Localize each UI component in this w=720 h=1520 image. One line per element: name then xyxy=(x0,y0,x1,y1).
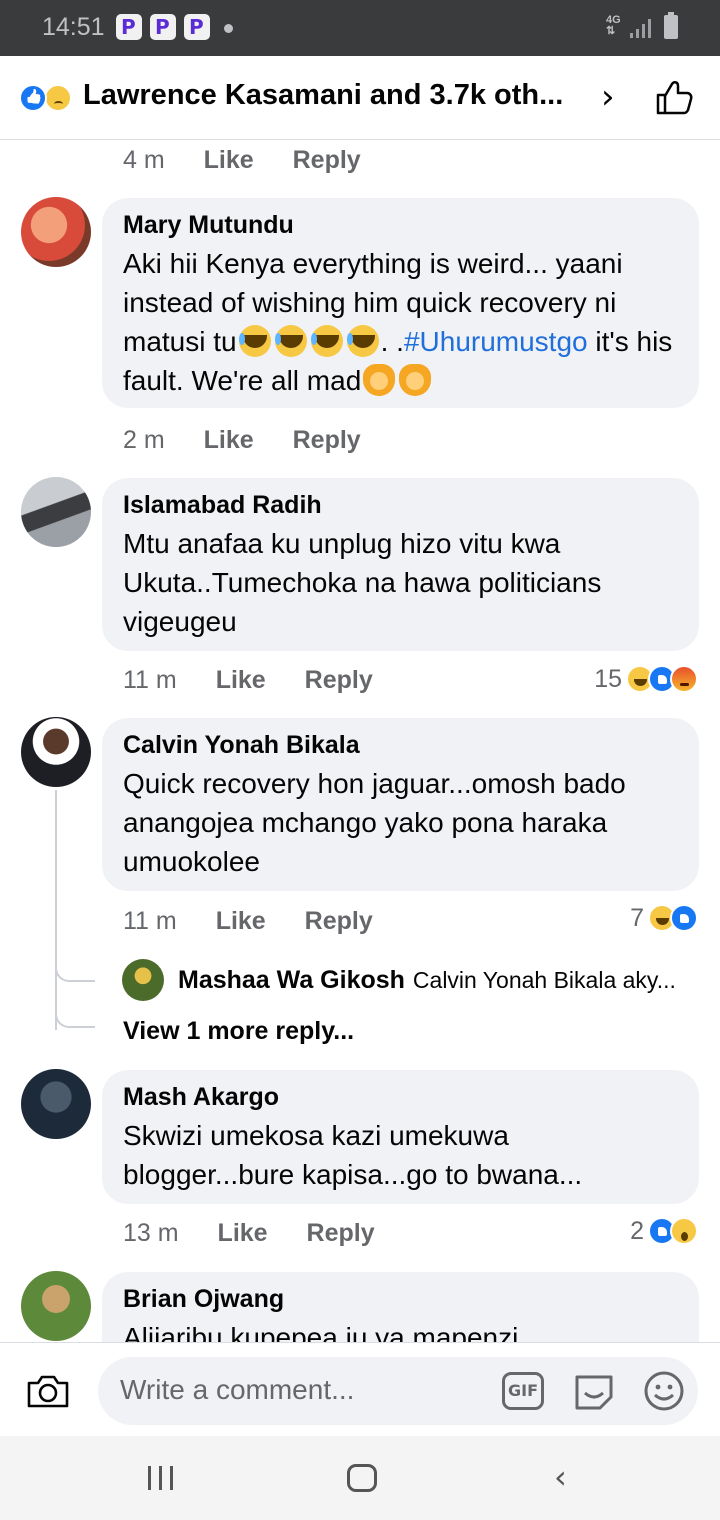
laughing-emoji-icon xyxy=(238,325,271,357)
comment-text: Aki hii Kenya everything is weird... yaa… xyxy=(123,248,673,396)
comment-bubble: Mash Akargo Skwizi umekosa kazi umekuwa … xyxy=(102,1070,699,1204)
comment-bubble: Islamabad Radih Mtu anafaa ku unplug hiz… xyxy=(102,478,699,651)
comments-feed: 4 m Like Reply Mary Mutundu Aki hii Keny… xyxy=(0,140,720,1342)
comment-meta: 11 m Like Reply xyxy=(123,907,373,936)
avatar[interactable] xyxy=(21,1271,91,1341)
like-button[interactable]: Like xyxy=(216,666,266,695)
home-icon[interactable] xyxy=(347,1464,377,1492)
comment-author[interactable]: Mash Akargo xyxy=(123,1082,678,1112)
reaction-summary[interactable]: 15 xyxy=(594,664,698,694)
like-reaction-icon xyxy=(670,904,698,932)
like-button[interactable]: Like xyxy=(204,146,254,175)
like-button[interactable]: Like xyxy=(204,426,254,455)
reply-button[interactable]: Reply xyxy=(307,1219,375,1248)
thread-hook xyxy=(55,1008,95,1028)
reactions-header[interactable]: Lawrence Kasamani and 3.7k oth... › xyxy=(0,56,720,140)
wow-reaction-icon xyxy=(670,1217,698,1245)
avatar[interactable] xyxy=(21,197,91,267)
like-reaction-icon xyxy=(19,84,47,112)
reply-button[interactable]: Reply xyxy=(293,426,361,455)
view-more-replies-link[interactable]: View 1 more reply... xyxy=(123,1017,354,1046)
like-button[interactable]: Like xyxy=(218,1219,268,1248)
comment-meta: 11 m Like Reply xyxy=(123,666,373,695)
reactions-summary[interactable]: Lawrence Kasamani and 3.7k oth... xyxy=(83,79,563,112)
comment-bubble: Calvin Yonah Bikala Quick recovery hon j… xyxy=(102,718,699,891)
comment-author[interactable]: Brian Ojwang xyxy=(123,1284,678,1314)
thumbs-up-icon[interactable] xyxy=(654,78,694,118)
recents-icon[interactable] xyxy=(148,1466,176,1490)
back-icon[interactable]: ‹ xyxy=(554,1461,567,1493)
network-type: 4G ⇅ xyxy=(606,14,621,37)
reply-button[interactable]: Reply xyxy=(305,907,373,936)
angry-reaction-icon xyxy=(670,665,698,693)
like-button[interactable]: Like xyxy=(216,907,266,936)
chevron-right-icon[interactable]: › xyxy=(601,80,615,114)
comment-input[interactable]: Write a comment... GIF xyxy=(98,1357,698,1425)
status-bar: 14:51 4G⇅ xyxy=(0,0,720,56)
comment-placeholder: Write a comment... xyxy=(120,1374,355,1405)
comment-meta: 2 m Like Reply xyxy=(123,426,361,455)
hashtag-link[interactable]: #Uhurumustgo xyxy=(404,326,588,357)
avatar[interactable] xyxy=(122,959,164,1001)
facepalm-emoji-icon xyxy=(399,364,432,396)
notification-p-icon xyxy=(184,14,210,40)
comment-meta: 4 m Like Reply xyxy=(123,146,361,175)
comment-text: Mtu anafaa ku unplug hizo vitu kwa Ukuta… xyxy=(123,528,602,637)
comments-sheet: Lawrence Kasamani and 3.7k oth... › 4 m … xyxy=(0,56,720,1436)
comment-text: Alijaribu kupepea ju ya mapenzi... xyxy=(123,1322,542,1342)
gif-icon[interactable]: GIF xyxy=(502,1372,544,1410)
signal-icon xyxy=(630,18,652,38)
notification-p-icon xyxy=(150,14,176,40)
comment-author[interactable]: Islamabad Radih xyxy=(123,490,678,520)
laughing-emoji-icon xyxy=(346,325,379,357)
sticker-icon[interactable] xyxy=(572,1369,616,1413)
thread-hook xyxy=(55,962,95,982)
reply-button[interactable]: Reply xyxy=(305,666,373,695)
comment-bubble: Brian Ojwang Alijaribu kupepea ju ya map… xyxy=(102,1272,699,1342)
laughing-emoji-icon xyxy=(310,325,343,357)
comment-meta: 13 m Like Reply xyxy=(123,1219,375,1248)
facepalm-emoji-icon xyxy=(363,364,396,396)
reply-author[interactable]: Mashaa Wa Gikosh xyxy=(178,966,405,995)
comment-author[interactable]: Mary Mutundu xyxy=(123,210,678,240)
comment-composer: Write a comment... GIF xyxy=(0,1342,720,1436)
comment-author[interactable]: Calvin Yonah Bikala xyxy=(123,730,678,760)
reaction-summary[interactable]: 2 xyxy=(630,1216,698,1246)
reply-text: Calvin Yonah Bikala aky... xyxy=(412,966,676,993)
comment-text: Skwizi umekosa kazi umekuwa blogger...bu… xyxy=(123,1120,583,1190)
system-nav-bar: ‹ xyxy=(0,1436,720,1520)
emoji-icon[interactable] xyxy=(642,1369,686,1413)
reply-button[interactable]: Reply xyxy=(293,146,361,175)
avatar[interactable] xyxy=(21,717,91,787)
reaction-summary[interactable]: 7 xyxy=(630,903,698,933)
thread-line xyxy=(55,790,57,1030)
more-notifications-dot xyxy=(224,24,233,33)
avatar[interactable] xyxy=(21,1069,91,1139)
sad-reaction-icon xyxy=(44,84,72,112)
camera-icon[interactable] xyxy=(26,1373,70,1409)
avatar[interactable] xyxy=(21,477,91,547)
reply-preview[interactable]: Mashaa Wa Gikosh Calvin Yonah Bikala aky… xyxy=(122,958,676,1002)
comment-bubble: Mary Mutundu Aki hii Kenya everything is… xyxy=(102,198,699,408)
status-time: 14:51 xyxy=(42,13,105,41)
comment-text: Quick recovery hon jaguar...omosh bado a… xyxy=(123,768,626,877)
notification-p-icon xyxy=(116,14,142,40)
laughing-emoji-icon xyxy=(274,325,307,357)
battery-icon xyxy=(664,12,678,39)
